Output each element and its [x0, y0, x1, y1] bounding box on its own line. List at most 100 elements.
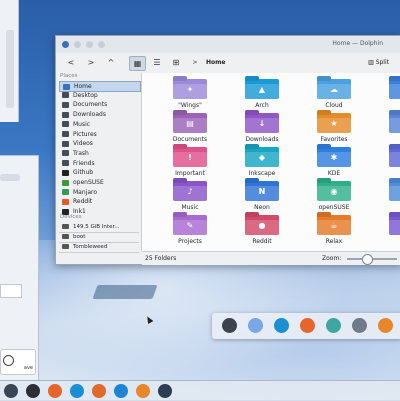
maximize-button[interactable]: [86, 41, 93, 48]
sidebar-item-label: Music: [73, 120, 91, 128]
folder-item[interactable]: ● Reddit: [224, 213, 294, 247]
folder-item[interactable]: Vi: [368, 213, 400, 247]
terminal-icon[interactable]: [222, 318, 237, 333]
folder-emblem-icon: ☕: [330, 221, 338, 230]
folder-icon: [389, 147, 400, 167]
videos-icon: [62, 140, 69, 147]
folder-emblem-icon: ◆: [258, 153, 266, 162]
forward-button[interactable]: >: [86, 56, 96, 69]
statusbar: 25 Folders Zoom:: [142, 251, 400, 265]
folder-item[interactable]: ↓ Downloads: [224, 111, 294, 145]
vlc-icon[interactable]: [378, 318, 393, 333]
folder-item[interactable]: ✦ "Wings": [152, 77, 222, 111]
sidebar-item-trash[interactable]: Trash: [59, 149, 139, 158]
save-icon: [3, 355, 14, 366]
folder-icon: ◆: [245, 147, 279, 167]
zoom-slider-handle[interactable]: [362, 254, 373, 265]
drive-icon: [62, 234, 69, 239]
sidebar-item-label: Manjaro: [73, 188, 98, 196]
sidebar-item-music[interactable]: Music: [59, 120, 139, 129]
sidebar-item-desktop[interactable]: Desktop: [59, 91, 139, 100]
folder-emblem-icon: ♪: [187, 187, 193, 196]
terminal-icon[interactable]: [26, 384, 40, 398]
folder-label: Relax: [325, 238, 343, 245]
friends-icon: [62, 160, 69, 167]
window-menu-icon[interactable]: [62, 41, 69, 48]
downloads-icon: [62, 111, 69, 118]
folder-item[interactable]: ☕ Relax: [296, 213, 366, 247]
icons-view-button[interactable]: ▦: [129, 56, 146, 71]
folder-item[interactable]: Li: [368, 145, 400, 179]
krita-icon[interactable]: [158, 384, 172, 398]
sidebar-item-downloads[interactable]: Downloads: [59, 110, 139, 119]
firefox-icon[interactable]: [300, 318, 315, 333]
sidebar-item-videos[interactable]: Videos: [59, 139, 139, 148]
folder-item[interactable]: ★ Favorites: [296, 111, 366, 145]
sidebar-item-github[interactable]: Github: [59, 168, 139, 177]
folder-item[interactable]: De: [368, 77, 400, 111]
breadcrumb-home[interactable]: Home: [206, 59, 225, 66]
firefox-icon[interactable]: [48, 384, 62, 398]
sidebar-item-pictures[interactable]: Pictures: [59, 130, 139, 139]
folder-item[interactable]: ♪ Music: [152, 179, 222, 213]
up-button[interactable]: ^: [106, 56, 116, 69]
folder-count: 25 Folders: [145, 255, 177, 262]
reddit-icon: [62, 198, 69, 205]
folder-emblem-icon: ✱: [330, 153, 338, 162]
folder-item[interactable]: N Neon: [224, 179, 294, 213]
device-item[interactable]: Tombleweed: [59, 242, 139, 253]
sidebar-item-label: Videos: [73, 140, 93, 148]
folder-label: Important: [175, 170, 205, 177]
folder-emblem-icon: ✦: [186, 85, 194, 94]
folder-item[interactable]: ▤ Documents: [152, 111, 222, 145]
sidebar-item-label: Reddit: [73, 198, 93, 206]
dolphin-window: Home — Dolphin < > ^ ▦ ☰ ⊞ > Home ▥ Spli…: [55, 35, 400, 265]
taskbar: [0, 380, 400, 401]
settings-icon[interactable]: [326, 318, 341, 333]
folder-item[interactable]: ◉ openSUSE: [296, 179, 366, 213]
folder-item[interactable]: Pic: [368, 179, 400, 213]
documents-icon: [62, 101, 69, 108]
folder-item[interactable]: ◆ Inkscape: [224, 145, 294, 179]
arch-icon[interactable]: [70, 384, 84, 398]
minimize-button[interactable]: [74, 41, 81, 48]
dialog-input-field[interactable]: [0, 284, 22, 298]
details-view-button[interactable]: ⊞: [170, 56, 182, 69]
split-button[interactable]: ▥ Split: [368, 59, 389, 66]
folder-item[interactable]: ☁ Cloud: [296, 77, 366, 111]
dialog-bar: [0, 174, 20, 181]
folder-icon: ✱: [317, 147, 351, 167]
dialog-save-button[interactable]: ave: [0, 349, 36, 375]
folder-item[interactable]: Do: [368, 111, 400, 145]
folder-emblem-icon: ▤: [186, 119, 194, 128]
folder-label: Pic: [368, 204, 400, 211]
folder-item[interactable]: ! Important: [152, 145, 222, 179]
sidebar-item-manjaro[interactable]: Manjaro: [59, 188, 139, 197]
titlebar: Home — Dolphin: [56, 36, 400, 53]
folder-label: Arch: [255, 102, 269, 109]
folder-item[interactable]: ▲ Arch: [224, 77, 294, 111]
app-launcher-icon[interactable]: [248, 318, 263, 333]
trash-icon: [62, 150, 69, 157]
close-button[interactable]: [98, 41, 105, 48]
arch-icon[interactable]: [274, 318, 289, 333]
back-button[interactable]: <: [66, 56, 76, 69]
folder-item[interactable]: ✎ Projects: [152, 213, 222, 247]
sidebar-item-reddit[interactable]: Reddit: [59, 197, 139, 206]
sidebar-item-label: Downloads: [73, 111, 106, 119]
compact-view-button[interactable]: ☰: [151, 56, 163, 69]
folder-label: Neon: [254, 204, 270, 211]
reddit-icon[interactable]: [114, 384, 128, 398]
sidebar-item-label: Trash: [73, 149, 89, 157]
krita-icon[interactable]: [352, 318, 367, 333]
folder-item[interactable]: ✱ KDE: [296, 145, 366, 179]
kde-menu-icon[interactable]: [4, 384, 18, 398]
spotify-icon[interactable]: [92, 384, 106, 398]
sidebar-item-opensuse[interactable]: openSUSE: [59, 178, 139, 187]
sidebar-item-friends[interactable]: Friends: [59, 159, 139, 168]
vlc-icon[interactable]: [136, 384, 150, 398]
folder-emblem-icon: ↓: [258, 119, 266, 128]
sidebar-item-documents[interactable]: Documents: [59, 100, 139, 109]
sidebar-item-label: Pictures: [73, 130, 97, 138]
sidebar-item-label: Desktop: [73, 91, 98, 99]
